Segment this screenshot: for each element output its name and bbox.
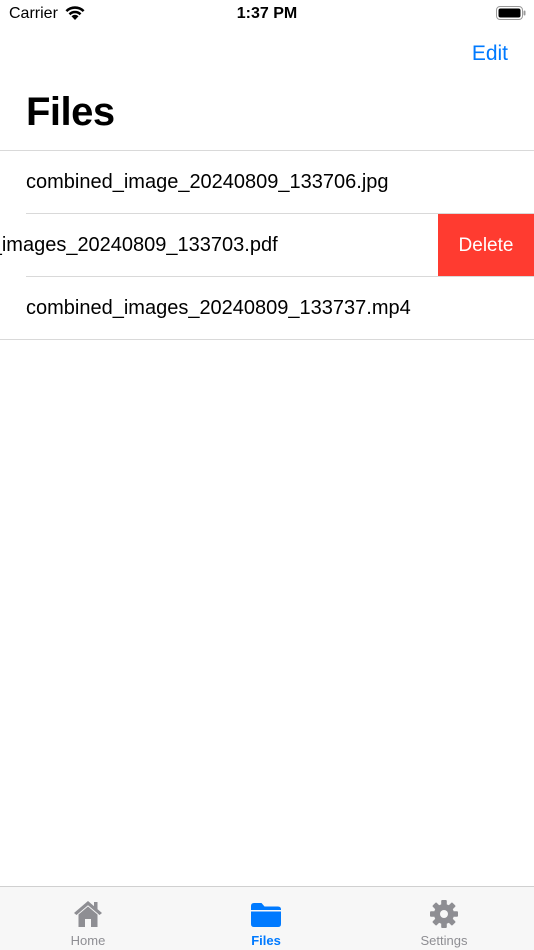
file-row[interactable]: combined_image_20240809_133706.jpg xyxy=(0,151,534,214)
gear-icon xyxy=(430,900,458,928)
status-bar: Carrier 1:37 PM xyxy=(0,0,534,28)
navigation-bar: Edit xyxy=(0,28,534,80)
file-row-swiped[interactable]: combined_images_20240809_133703.pdf Dele… xyxy=(0,214,534,277)
tab-bar: Home Files Settings xyxy=(0,886,534,950)
house-icon xyxy=(74,901,102,927)
edit-button[interactable]: Edit xyxy=(472,42,508,66)
row-separator xyxy=(0,339,534,340)
delete-button[interactable]: Delete xyxy=(438,214,534,277)
file-name: combined_images_20240809_133737.mp4 xyxy=(26,297,411,319)
tab-label: Files xyxy=(251,933,281,948)
file-name: combined_images_20240809_133703.pdf xyxy=(0,234,278,256)
tab-home[interactable]: Home xyxy=(38,887,138,950)
tab-files[interactable]: Files xyxy=(216,887,316,950)
file-name: combined_image_20240809_133706.jpg xyxy=(26,171,389,193)
page-title: Files xyxy=(26,90,115,134)
folder-icon xyxy=(251,903,281,927)
status-time: 1:37 PM xyxy=(236,5,298,22)
tab-label: Settings xyxy=(420,933,468,948)
file-row[interactable]: combined_images_20240809_133737.mp4 xyxy=(0,277,534,340)
file-list: combined_image_20240809_133706.jpg combi… xyxy=(0,150,534,340)
tab-settings[interactable]: Settings xyxy=(394,887,494,950)
battery-icon xyxy=(496,6,526,20)
tab-label: Home xyxy=(70,933,106,948)
